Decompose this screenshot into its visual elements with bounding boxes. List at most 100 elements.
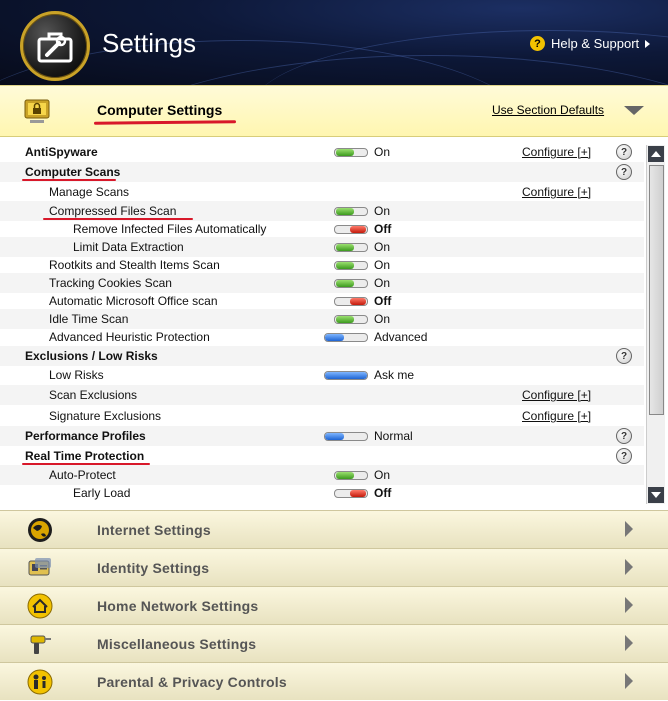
configure-link[interactable]: Configure [+] [522,145,591,159]
setting-row: Exclusions / Low Risks? [0,346,644,366]
slider-fill [325,334,344,341]
setting-row: Scan Exclusions Configure [+] [0,385,644,405]
toggle-indicator [336,149,354,156]
setting-toggle-switch[interactable] [334,489,368,498]
setting-label: Manage Scans [49,185,130,199]
setting-row: Limit Data Extraction On [0,237,644,257]
setting-row: Manage Scans Configure [+] [0,182,644,202]
category-internet-settings[interactable]: Internet Settings [0,510,668,548]
setting-row: Remove Infected Files Automatically Off [0,219,644,239]
category-label: Parental & Privacy Controls [97,674,287,690]
configure-link[interactable]: Configure [+] [522,388,591,402]
setting-state: On [374,312,391,326]
setting-row: Tracking Cookies Scan On [0,273,644,293]
setting-label: Compressed Files Scan [49,204,177,218]
setting-label: Scan Exclusions [49,388,138,402]
setting-toggle-switch[interactable] [334,243,368,252]
setting-row: Signature Exclusions Configure [+] [0,406,644,426]
drill-icon [26,630,54,658]
setting-label: Computer Scans [25,165,121,179]
setting-toggle-switch[interactable] [334,261,368,270]
setting-row: Rootkits and Stealth Items Scan On [0,255,644,275]
setting-state: Off [374,294,392,308]
setting-state: On [374,258,391,272]
expand-arrow-icon [625,521,633,537]
scroll-thumb[interactable] [649,165,664,415]
category-home-network-settings[interactable]: Home Network Settings [0,586,668,624]
settings-toolbox-icon [20,11,90,81]
setting-level-slider[interactable] [324,371,368,380]
help-support-label: Help & Support [551,36,640,51]
setting-state: Off [374,486,392,500]
toggle-indicator [336,262,354,269]
computer-settings-section-header[interactable]: Computer Settings Use Section Defaults [0,85,668,137]
setting-row: Low Risks Ask me [0,365,644,385]
setting-label: Low Risks [49,368,104,382]
category-label: Internet Settings [97,522,211,538]
settings-list: AntiSpyware On Configure [+]? Computer Scan… [0,140,644,505]
section-title: Computer Settings [97,102,223,118]
setting-toggle-switch[interactable] [334,225,368,234]
setting-state: On [374,468,391,482]
setting-row: Idle Time Scan On [0,309,644,329]
arrow-right-icon [645,39,651,48]
help-icon[interactable]: ? [616,428,632,444]
settings-scrollbar[interactable] [646,145,665,504]
setting-row: AntiSpyware On Configure [+]? [0,142,644,162]
setting-toggle-switch[interactable] [334,471,368,480]
category-miscellaneous-settings[interactable]: Miscellaneous Settings [0,624,668,662]
category-parental-privacy-controls[interactable]: Parental & Privacy Controls [0,662,668,700]
use-section-defaults-link[interactable]: Use Section Defaults [492,103,604,117]
home-network-icon [26,592,54,620]
slider-fill [325,433,344,440]
setting-label: Limit Data Extraction [73,240,184,254]
help-support-link[interactable]: ? Help & Support [530,36,651,51]
setting-toggle-switch[interactable] [334,279,368,288]
setting-label: Auto-Protect [49,468,116,482]
setting-level-slider[interactable] [324,333,368,342]
configure-link[interactable]: Configure [+] [522,185,591,199]
setting-label: Rootkits and Stealth Items Scan [49,258,220,272]
red-annotation-underline [22,179,116,181]
help-icon[interactable]: ? [616,144,632,160]
red-annotation-underline [93,120,237,125]
setting-toggle-switch[interactable] [334,207,368,216]
setting-toggle-switch[interactable] [334,315,368,324]
scroll-up-button[interactable] [648,146,664,162]
setting-row: Advanced Heuristic Protection Advanced [0,327,644,347]
category-label: Miscellaneous Settings [97,636,257,652]
setting-label: Idle Time Scan [49,312,129,326]
help-question-icon: ? [530,36,545,51]
arrow-down-icon [651,492,661,498]
setting-label: Remove Infected Files Automatically [73,222,267,236]
setting-label: Signature Exclusions [49,409,162,423]
setting-state: On [374,204,391,218]
setting-state: On [374,276,391,290]
slider-fill [325,372,367,379]
expand-arrow-icon [625,559,633,575]
lock-monitor-icon [24,99,50,123]
setting-state: Normal [374,429,413,443]
red-annotation-underline [43,218,193,220]
setting-label: Real Time Protection [25,449,145,463]
category-label: Identity Settings [97,560,210,576]
toggle-indicator [350,490,366,497]
category-label: Home Network Settings [97,598,259,614]
category-identity-settings[interactable]: Identity Settings [0,548,668,586]
setting-label: Advanced Heuristic Protection [49,330,210,344]
collapse-chevron-icon[interactable] [624,106,644,115]
setting-row: Early Load Off [0,483,644,503]
scroll-down-button[interactable] [648,487,664,503]
help-icon[interactable]: ? [616,348,632,364]
setting-level-slider[interactable] [324,432,368,441]
setting-label: Tracking Cookies Scan [49,276,172,290]
setting-label: Automatic Microsoft Office scan [49,294,218,308]
setting-toggle-switch[interactable] [334,148,368,157]
help-icon[interactable]: ? [616,164,632,180]
help-icon[interactable]: ? [616,448,632,464]
setting-toggle-switch[interactable] [334,297,368,306]
setting-row: Automatic Microsoft Office scan Off [0,291,644,311]
configure-link[interactable]: Configure [+] [522,409,591,423]
globe-icon [26,516,54,544]
setting-state: On [374,145,391,159]
